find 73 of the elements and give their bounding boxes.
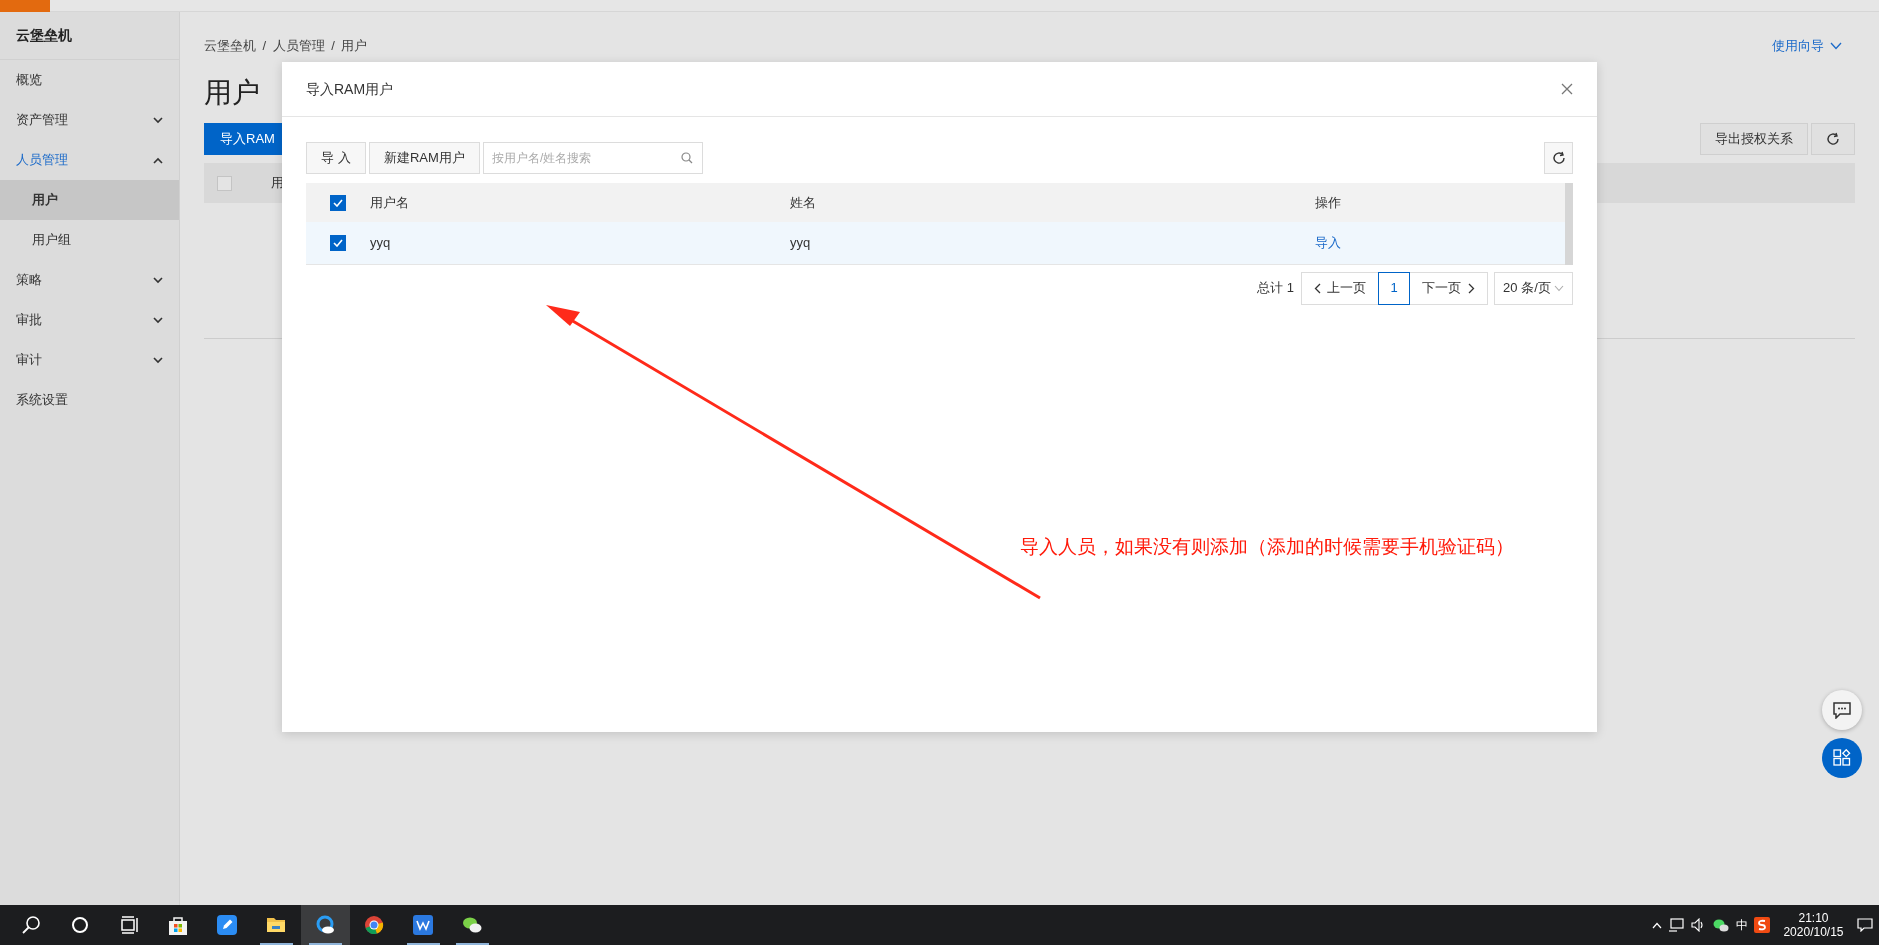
- clock-date: 2020/10/15: [1783, 925, 1844, 940]
- breadcrumb-separator: /: [331, 37, 335, 55]
- circle-icon: [70, 915, 90, 935]
- breadcrumb-separator: /: [262, 37, 267, 55]
- check-icon: [333, 198, 343, 207]
- search-icon: [681, 152, 693, 164]
- sidebar-item[interactable]: 审计: [0, 340, 179, 380]
- chevron-up-icon[interactable]: [1651, 921, 1662, 929]
- annotation-text: 导入人员，如果没有则添加（添加的时候需要手机验证码）: [1020, 535, 1514, 559]
- network-icon[interactable]: [1668, 918, 1685, 932]
- chat-icon: [1833, 701, 1851, 719]
- modal-title: 导入RAM用户: [306, 79, 394, 99]
- breadcrumb-item[interactable]: 云堡垒机: [204, 36, 256, 56]
- checkbox[interactable]: [330, 194, 346, 211]
- guide-link[interactable]: 使用向导: [1771, 36, 1824, 56]
- toolbar-button[interactable]: 新建RAM用户: [368, 142, 480, 174]
- refresh-icon: [1826, 132, 1840, 147]
- check-icon: [333, 239, 343, 247]
- sidebar-item[interactable]: 系统设置: [0, 380, 179, 420]
- chat-app-icon[interactable]: [1713, 918, 1730, 932]
- checkbox[interactable]: [330, 235, 346, 251]
- sidebar-item[interactable]: 用户: [0, 180, 179, 220]
- clock[interactable]: 21:10 2020/10/15: [1776, 910, 1850, 940]
- page-title: 用户: [204, 75, 260, 110]
- apps-button[interactable]: [1822, 738, 1862, 778]
- sidebar-item[interactable]: 资产管理: [0, 100, 179, 140]
- apps-icon: [1833, 749, 1851, 767]
- chevron-icon: [1554, 284, 1564, 292]
- cloud-icon: [315, 915, 335, 935]
- folder-icon: [266, 915, 286, 935]
- table-cell: yyq: [790, 235, 811, 251]
- taskbar-app[interactable]: [300, 905, 350, 945]
- sidebar-item[interactable]: 策略: [0, 260, 179, 300]
- page-button[interactable]: 1: [1378, 271, 1411, 305]
- document-app-icon: [413, 915, 433, 935]
- breadcrumb-item: 用户: [341, 37, 368, 55]
- sidebar-item[interactable]: 人员管理: [0, 140, 179, 180]
- export-button[interactable]: 导出授权关系: [1699, 123, 1808, 156]
- sidebar-title: 云堡垒机: [16, 26, 72, 45]
- breadcrumb-item[interactable]: 人员管理: [272, 36, 325, 56]
- refresh-button[interactable]: [1544, 142, 1573, 174]
- input-app-icon[interactable]: [1754, 917, 1771, 933]
- sidebar-item[interactable]: 审批: [0, 300, 179, 340]
- page-size-select[interactable]: 20 条/页: [1494, 271, 1573, 305]
- search-field[interactable]: 按用户名/姓名搜索: [483, 142, 703, 174]
- toolbar-button[interactable]: 导 入: [306, 142, 366, 174]
- checkbox[interactable]: [217, 175, 232, 191]
- input-method-indicator[interactable]: 中: [1735, 916, 1748, 934]
- search-icon: [21, 915, 41, 935]
- column-header: 姓名: [790, 194, 816, 210]
- total-count: 总计 1: [1257, 279, 1295, 298]
- chrome-icon: [364, 915, 384, 935]
- sidebar-item[interactable]: 概览: [0, 60, 179, 100]
- task-view-icon: [119, 915, 139, 935]
- logo-bar: [0, 0, 50, 12]
- refresh-icon: [1551, 151, 1566, 165]
- chevron-icon: [1830, 41, 1842, 50]
- store-icon: [168, 915, 188, 935]
- close-icon[interactable]: [1561, 83, 1573, 95]
- clock-time: 21:10: [1797, 910, 1830, 925]
- chat-app-icon: [462, 915, 482, 935]
- column-header: 操作: [1314, 194, 1341, 210]
- notification-icon[interactable]: [1856, 918, 1873, 932]
- table-cell: yyq: [370, 235, 391, 251]
- import-link[interactable]: 导入: [1314, 235, 1341, 251]
- column-header: 用户名: [370, 194, 409, 210]
- chat-button[interactable]: [1822, 690, 1862, 730]
- pen-icon: [217, 915, 237, 935]
- refresh-button[interactable]: [1811, 123, 1855, 156]
- table-row[interactable]: yyq yyq 导入: [306, 222, 1565, 265]
- sidebar-item[interactable]: 用户组: [0, 220, 179, 260]
- chevron-left-icon: [1313, 282, 1321, 294]
- chevron-right-icon: [1467, 282, 1475, 294]
